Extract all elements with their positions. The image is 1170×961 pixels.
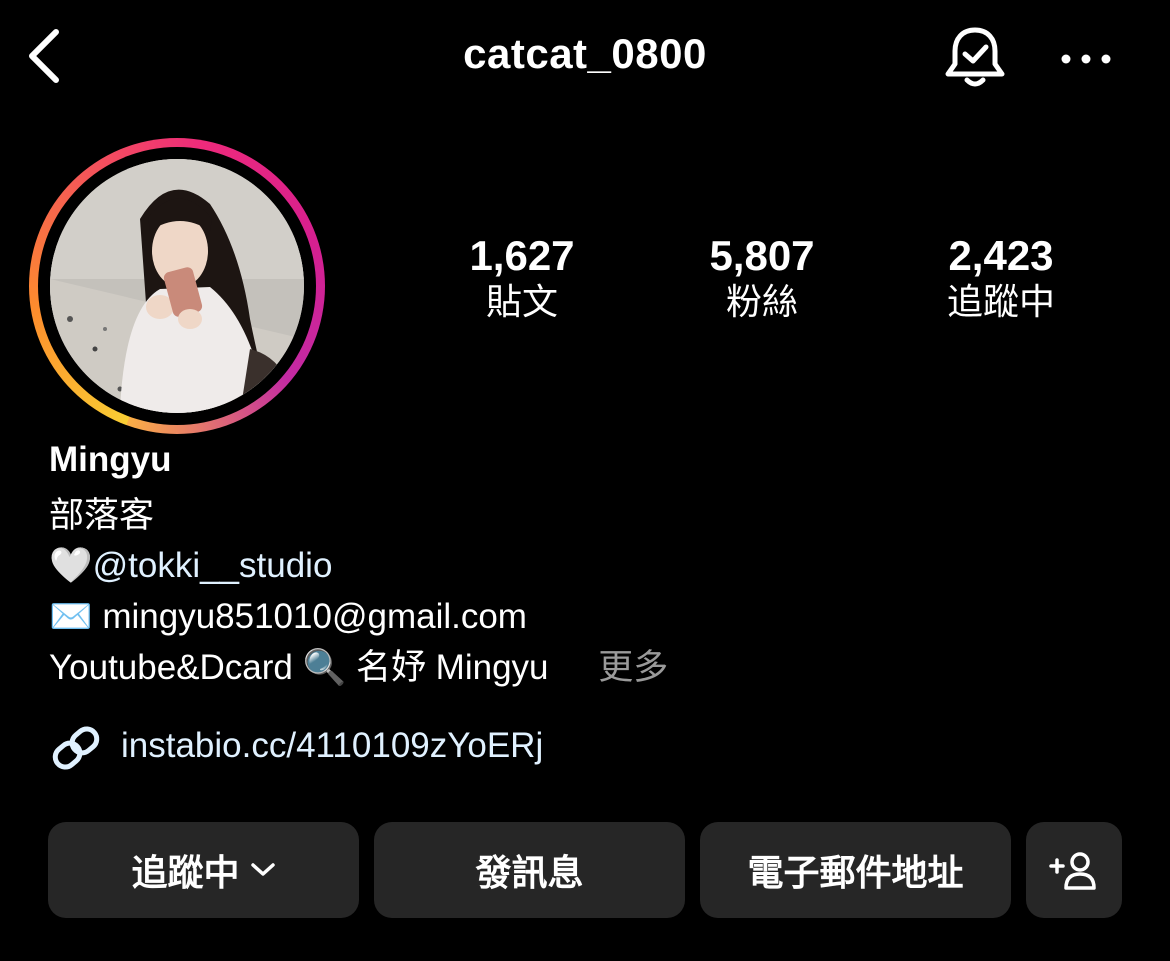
email-button-label: 電子郵件地址 bbox=[747, 852, 964, 893]
following-button[interactable]: 追蹤中 bbox=[48, 822, 359, 918]
more-bio-link[interactable]: 更多 bbox=[598, 648, 668, 687]
avatar[interactable] bbox=[50, 159, 304, 413]
bio-link-text: instabio.cc/4110109zYoERj bbox=[121, 726, 544, 765]
followers-count: 5,807 bbox=[709, 232, 815, 279]
bell-check-icon bbox=[945, 27, 1005, 87]
followers-stat[interactable]: 5,807 粉絲 bbox=[652, 232, 872, 324]
white-heart-icon: 🤍 bbox=[49, 546, 93, 585]
posts-label: 貼文 bbox=[485, 281, 558, 322]
add-person-icon bbox=[1049, 852, 1096, 890]
chevron-down-icon bbox=[250, 863, 275, 876]
bio-line-mention: 🤍@tokki__studio bbox=[49, 545, 332, 587]
bio-youtube-text: Youtube&Dcard bbox=[49, 648, 293, 687]
message-button-label: 發訊息 bbox=[475, 852, 584, 893]
notifications-button[interactable] bbox=[942, 24, 1008, 92]
profile-screen: catcat_0800 1,627 貼文 5,807 粉絲 2,423 追蹤中 … bbox=[0, 0, 1170, 961]
avatar-photo bbox=[50, 159, 304, 413]
envelope-icon: ✉️ bbox=[49, 597, 93, 636]
following-count: 2,423 bbox=[948, 232, 1054, 279]
bio-channel-name: 名妤 Mingyu bbox=[355, 648, 549, 687]
mention-link[interactable]: @tokki__studio bbox=[93, 546, 333, 585]
more-options-button[interactable] bbox=[1058, 44, 1114, 74]
posts-stat[interactable]: 1,627 貼文 bbox=[412, 232, 632, 324]
bio-line-youtube: Youtube&Dcard 🔍 名妤 Mingyu 更多 bbox=[49, 647, 668, 689]
suggested-people-button[interactable] bbox=[1026, 822, 1122, 918]
posts-count: 1,627 bbox=[469, 232, 575, 279]
followers-label: 粉絲 bbox=[725, 281, 798, 322]
category-label: 部落客 bbox=[49, 496, 155, 535]
following-button-label: 追蹤中 bbox=[131, 852, 240, 893]
link-icon bbox=[52, 726, 100, 770]
email-button[interactable]: 電子郵件地址 bbox=[700, 822, 1011, 918]
more-horizontal-icon bbox=[1061, 54, 1111, 64]
message-button[interactable]: 發訊息 bbox=[374, 822, 685, 918]
bio-line-email: ✉️ mingyu851010@gmail.com bbox=[49, 596, 527, 638]
following-label: 追蹤中 bbox=[946, 281, 1055, 322]
magnifier-icon: 🔍 bbox=[302, 648, 347, 687]
display-name: Mingyu bbox=[49, 440, 172, 479]
following-stat[interactable]: 2,423 追蹤中 bbox=[891, 232, 1111, 324]
bio-email-text: mingyu851010@gmail.com bbox=[102, 597, 527, 636]
